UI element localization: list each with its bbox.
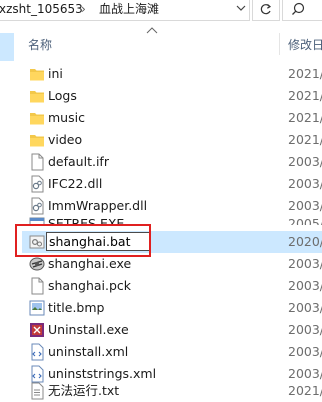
highlight-annotation-box (15, 224, 151, 257)
folder-icon (30, 135, 44, 147)
file-name: ini (48, 66, 63, 81)
file-name: ImmWrapper.dll (48, 198, 148, 213)
file-date: 2003/ (288, 322, 322, 337)
address-history-dropdown-icon[interactable] (234, 0, 248, 19)
file-name: title.bmp (48, 300, 105, 315)
file-row-logs[interactable]: Logs 2021/ (22, 85, 322, 107)
file-row-video[interactable]: video 2021/ (22, 129, 322, 151)
file-name: 无法运行.txt (48, 383, 120, 398)
breadcrumb-parent[interactable]: xzsht_105653 (0, 0, 83, 19)
file-icon (31, 277, 44, 295)
file-date: 2021/ (288, 66, 322, 81)
refresh-button[interactable] (252, 0, 280, 21)
file-date: 2021/ (288, 132, 322, 147)
file-name: Uninstall.exe (48, 322, 129, 337)
folder-icon (30, 69, 44, 81)
address-bar-area: xzsht_105653 › 血战上海滩 (0, 0, 322, 33)
search-box[interactable] (282, 0, 322, 21)
file-name: music (48, 110, 85, 125)
refresh-icon (260, 4, 272, 15)
game-exe-icon (29, 257, 45, 271)
column-header-date-modified[interactable]: 修改日 (288, 36, 322, 53)
file-row-default-ifr[interactable]: default.ifr 2003/ (22, 151, 322, 173)
folder-icon (30, 113, 44, 125)
file-date: 2021/ (288, 88, 322, 103)
navigation-pane[interactable] (0, 33, 20, 400)
breadcrumb-current[interactable]: 血战上海滩 (99, 0, 159, 19)
file-name: Logs (48, 88, 77, 103)
file-date: 2003/ (288, 198, 322, 213)
address-bar[interactable]: xzsht_105653 › 血战上海滩 (0, 0, 250, 21)
file-row-txt[interactable]: 无法运行.txt 2021/ (22, 380, 322, 402)
file-name: default.ifr (48, 154, 109, 169)
file-name: uninstall.xml (48, 344, 129, 359)
file-row-shanghai-pck[interactable]: shanghai.pck 2003/ (22, 275, 322, 297)
file-date: 2003/ (288, 278, 322, 293)
sort-ascending-icon (146, 27, 158, 34)
text-file-icon (31, 382, 44, 400)
xml-file-icon (31, 343, 44, 361)
folder-icon (30, 91, 44, 103)
file-row-uninstall-xml[interactable]: uninstall.xml 2003/ (22, 341, 322, 363)
file-row-title-bmp[interactable]: title.bmp 2003/ (22, 297, 322, 319)
file-row-music[interactable]: music 2021/ (22, 107, 322, 129)
file-date: 2005/ (288, 216, 322, 225)
file-date: 2021/ (288, 110, 322, 125)
file-date: 2003/ (288, 344, 322, 359)
file-row-ini[interactable]: ini 2021/ (22, 63, 322, 85)
dll-icon (31, 175, 44, 193)
file-icon (31, 153, 44, 171)
bitmap-image-icon (29, 300, 45, 316)
breadcrumb-separator: › (81, 2, 86, 16)
column-header-name[interactable]: 名称 (28, 36, 52, 53)
column-divider[interactable] (279, 33, 280, 55)
file-date: 2003/ (288, 300, 322, 315)
file-name: IFC22.dll (48, 176, 103, 191)
file-row-uninstall-exe[interactable]: Uninstall.exe 2003/ (22, 319, 322, 341)
file-date: 2003/ (288, 154, 322, 169)
file-date: 2003/ (288, 256, 322, 271)
file-date: 2021/ (288, 383, 322, 398)
file-row-ifc22-dll[interactable]: IFC22.dll 2003/ (22, 173, 322, 195)
navigation-selected-item[interactable] (0, 33, 14, 61)
file-name: shanghai.exe (48, 256, 132, 271)
search-icon (292, 2, 305, 15)
uninstaller-icon (30, 323, 44, 337)
file-name: shanghai.pck (48, 278, 132, 293)
file-date: 2003/ (288, 176, 322, 191)
file-date: 2020/ (288, 234, 322, 249)
file-name: video (48, 132, 83, 147)
